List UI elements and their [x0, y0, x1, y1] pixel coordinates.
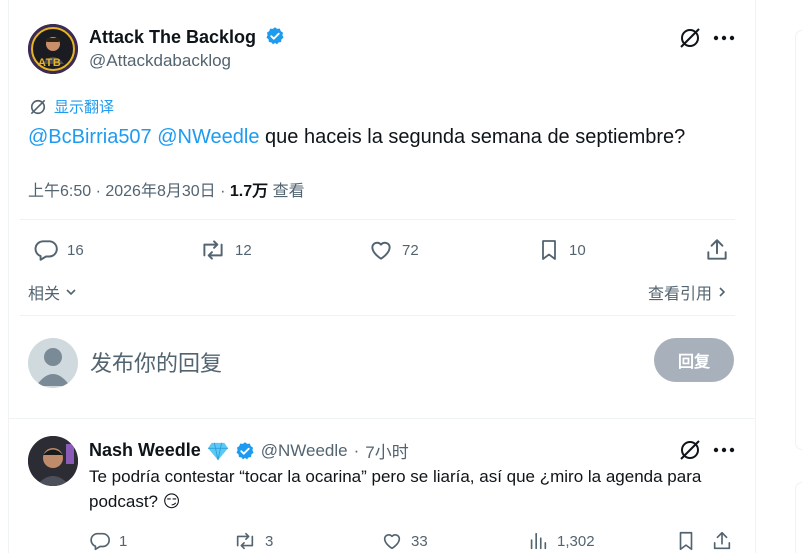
like-button[interactable]: 72	[368, 237, 419, 263]
share-icon	[707, 239, 727, 260]
diamond-icon	[207, 442, 228, 460]
mention-link[interactable]: @BcBirria507	[28, 126, 152, 148]
retweet-button[interactable]: 3	[233, 530, 273, 552]
reply-icon	[34, 240, 58, 261]
more-options-icon[interactable]	[710, 24, 738, 52]
tweet-timestamp[interactable]: 上午6:50 · 2026年8月30日 ·	[28, 183, 230, 200]
retweet-button[interactable]: 12	[199, 237, 252, 263]
more-options-icon[interactable]	[710, 436, 738, 464]
translate-label: 显示翻译	[54, 99, 115, 116]
tweet-body: que haceis la segunda semana de septiemb…	[265, 126, 686, 148]
divider	[20, 219, 735, 220]
sidebar-card	[795, 482, 802, 553]
divider	[20, 315, 735, 316]
reply-count: 1	[119, 532, 128, 550]
verified-badge-icon	[265, 26, 285, 51]
avatar-image	[28, 436, 78, 486]
reply-input[interactable]: 发布你的回复	[90, 346, 222, 378]
reply-icon	[90, 532, 110, 551]
views-count: 1,302	[557, 532, 595, 550]
reply-time[interactable]: 7小时	[365, 438, 408, 463]
right-sidebar-edge	[789, 0, 802, 553]
divider	[8, 418, 756, 419]
share-button[interactable]	[711, 530, 733, 552]
sidebar-card	[795, 30, 802, 450]
grok-icon[interactable]	[676, 24, 704, 52]
view-quotes-label: 查看引用	[648, 286, 713, 303]
like-count: 72	[402, 241, 419, 259]
retweet-count: 3	[265, 532, 274, 550]
avatar-text: ATB	[38, 57, 62, 69]
reply-header: Nash Weedle @NWeedle · 7小时	[89, 438, 409, 463]
reply-button[interactable]: 1	[89, 530, 127, 552]
reply-button[interactable]: 16	[33, 237, 84, 263]
tweet-text: @BcBirria507 @NWeedle que haceis la segu…	[28, 124, 685, 150]
author-name-text: Attack The Backlog	[89, 27, 257, 47]
mention-link[interactable]: @NWeedle	[157, 126, 259, 148]
related-dropdown[interactable]: 相关	[28, 280, 78, 304]
author-handle[interactable]: @Attackdabacklog	[89, 51, 231, 71]
reply-author-avatar[interactable]	[28, 436, 78, 486]
tweet-meta: 上午6:50 · 2026年8月30日 · 1.7万 查看	[28, 177, 305, 201]
views-button[interactable]: 1,302	[527, 530, 595, 552]
share-icon	[713, 531, 731, 550]
bookmark-count: 10	[569, 241, 586, 259]
share-button[interactable]	[704, 237, 730, 263]
like-count: 33	[411, 532, 428, 550]
chevron-down-icon	[66, 289, 76, 296]
author-avatar[interactable]: ATB	[28, 24, 78, 74]
views-label: 查看	[268, 183, 305, 200]
grok-icon[interactable]	[676, 436, 704, 464]
reply-text: Te podría contestar “tocar la ocarina” p…	[89, 467, 702, 511]
bookmark-icon	[679, 531, 693, 551]
reply-author-handle[interactable]: @NWeedle	[261, 441, 348, 461]
author-name[interactable]: Attack The Backlog	[89, 26, 285, 51]
separator: ·	[353, 440, 360, 460]
retweet-count: 12	[235, 241, 252, 259]
related-label: 相关	[28, 286, 61, 303]
views-count: 1.7万	[229, 183, 269, 200]
retweet-icon	[203, 240, 223, 260]
heart-icon	[371, 241, 391, 260]
current-user-avatar	[28, 338, 78, 388]
chevron-right-icon	[719, 287, 726, 297]
show-translation-link[interactable]: 显示翻译	[28, 96, 114, 117]
bookmark-button[interactable]	[675, 530, 697, 552]
default-avatar-icon	[36, 348, 70, 386]
reply-author-name[interactable]: Nash Weedle	[89, 440, 201, 461]
verified-badge-icon	[236, 441, 254, 459]
translate-icon	[30, 99, 46, 114]
bookmark-icon	[542, 240, 556, 260]
reply-count: 16	[67, 241, 84, 259]
analytics-icon	[530, 532, 547, 550]
like-button[interactable]: 33	[381, 530, 428, 552]
retweet-icon	[236, 532, 254, 550]
heart-icon	[383, 534, 401, 550]
view-quotes-link[interactable]: 查看引用	[648, 280, 728, 304]
bookmark-button[interactable]: 10	[537, 237, 586, 263]
reply-submit-button[interactable]: 回复	[654, 338, 734, 382]
